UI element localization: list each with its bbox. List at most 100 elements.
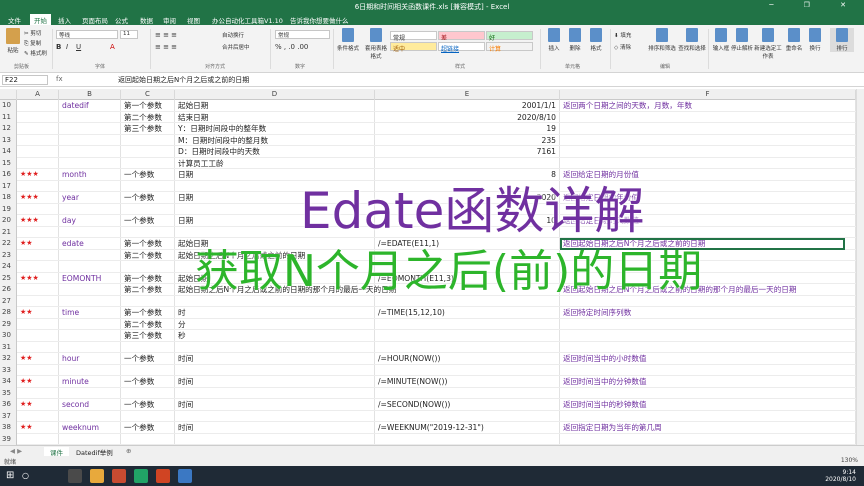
cell-b[interactable]: hour (62, 353, 79, 365)
row-header[interactable]: 28 (0, 307, 17, 319)
selected-cell[interactable] (560, 238, 845, 250)
column-header-d[interactable]: D (175, 90, 375, 100)
cell-c[interactable]: 一个参数 (124, 169, 154, 181)
cell-c[interactable]: 第一个参数 (124, 238, 162, 250)
row-header[interactable]: 27 (0, 295, 17, 307)
cell-c[interactable]: 第一个参数 (124, 307, 162, 319)
cell-e[interactable]: /=SECOND(NOW()) (378, 399, 450, 411)
copy-button[interactable]: ⎘ 复制 (24, 39, 41, 48)
insert-cells-button[interactable]: 插入 (545, 28, 563, 52)
italic-button[interactable]: I (66, 43, 68, 51)
cell-b[interactable]: time (62, 307, 79, 319)
cell-f[interactable]: 返回时间当中的分钟数值 (563, 376, 647, 388)
select-all[interactable] (0, 90, 17, 100)
row-header[interactable]: 37 (0, 410, 17, 422)
cell-b[interactable]: EOMONTH (62, 273, 101, 285)
cell-e[interactable]: /=HOUR(NOW()) (378, 353, 440, 365)
cell-a[interactable]: ★★ (20, 238, 33, 250)
row-header[interactable]: 17 (0, 180, 17, 192)
row-header[interactable]: 35 (0, 387, 17, 399)
cell-d[interactable]: 时 (178, 307, 186, 319)
cell-d[interactable]: 分 (178, 319, 186, 331)
cell-e[interactable]: /=WEEKNUM("2019-12-31") (378, 422, 484, 434)
cell-b[interactable]: edate (62, 238, 84, 250)
format-painter-button[interactable]: ✎ 格式刷 (24, 49, 47, 57)
cell-d[interactable]: 起始日期 (178, 100, 208, 112)
cell-d[interactable]: 日期 (178, 192, 193, 204)
clear-button[interactable]: ◇ 清除 (614, 43, 631, 51)
search-icon[interactable]: ○ (22, 471, 29, 480)
cell-c[interactable]: 一个参数 (124, 192, 154, 204)
cell-a[interactable]: ★★ (20, 307, 33, 319)
cell-e[interactable]: 235 (542, 135, 557, 147)
explorer-icon[interactable] (90, 469, 104, 483)
cell-c[interactable]: 第二个参数 (124, 319, 162, 331)
column-header-a[interactable]: A (17, 90, 59, 100)
style-bad[interactable]: 差 (438, 31, 485, 42)
row-header[interactable]: 11 (0, 111, 17, 123)
cell-d[interactable]: M：日期时间段中的整月数 (178, 135, 268, 147)
cell-f[interactable]: 返回指定日期为当年的第几周 (563, 422, 662, 434)
sort-filter-button[interactable]: 排序和筛选 (648, 28, 676, 52)
new-sheet-button[interactable]: 新建选定工作表 (753, 28, 783, 60)
cell-a[interactable]: ★★ (20, 353, 33, 365)
cell-c[interactable]: 第一个参数 (124, 273, 162, 285)
cell-f[interactable]: 返回特定时间序列数 (563, 307, 631, 319)
paste-button[interactable]: 粘贴 (4, 28, 22, 54)
cell-d[interactable]: 秒 (178, 330, 186, 342)
row-header[interactable]: 33 (0, 364, 17, 376)
cell-d[interactable]: 结束日期 (178, 112, 208, 124)
cell-a[interactable]: ★★ (20, 422, 33, 434)
rename-button[interactable]: 重命名 (784, 28, 804, 52)
cell-a[interactable]: ★★★ (20, 273, 39, 285)
cell-a[interactable]: ★★★ (20, 169, 39, 181)
style-calc[interactable]: 计算 (486, 42, 533, 53)
delete-cells-button[interactable]: 删除 (566, 28, 584, 52)
row-header[interactable]: 38 (0, 422, 17, 434)
row-header[interactable]: 13 (0, 134, 17, 146)
row-header[interactable]: 30 (0, 330, 17, 342)
currency-icon[interactable]: % , .0 .00 (275, 43, 308, 51)
powerpoint-icon[interactable] (156, 469, 170, 483)
cell-b[interactable]: second (62, 399, 89, 411)
stop-parse-button[interactable]: 停止解析 (731, 28, 753, 52)
cell-a[interactable]: ★★ (20, 376, 33, 388)
font-name-select[interactable]: 等线 (56, 30, 118, 39)
cell-f[interactable]: 返回时间当中的秒钟数值 (563, 399, 647, 411)
tab-data[interactable]: 数据 (140, 15, 153, 25)
cell-e[interactable]: 2001/1/1 (522, 100, 556, 112)
app-icon[interactable] (112, 469, 126, 483)
cell-e[interactable]: 2020/8/10 (517, 112, 556, 124)
tell-me-box[interactable]: 告诉我你想要做什么 (290, 15, 349, 25)
cell-d[interactable]: Y：日期时间段中的整年数 (178, 123, 266, 135)
cell-e[interactable]: /=MINUTE(NOW()) (378, 376, 447, 388)
table-format-button[interactable]: 套用表格格式 (363, 28, 389, 60)
column-header-b[interactable]: B (59, 90, 121, 100)
column-header-e[interactable]: E (375, 90, 560, 100)
vertical-scrollbar[interactable] (856, 89, 864, 445)
cell-b[interactable]: month (62, 169, 87, 181)
cell-c[interactable]: 第三个参数 (124, 123, 162, 135)
row-header[interactable]: 36 (0, 399, 17, 411)
column-header-f[interactable]: F (560, 90, 856, 100)
word-icon[interactable] (178, 469, 192, 483)
row-header[interactable]: 20 (0, 215, 17, 227)
tab-view[interactable]: 视图 (187, 15, 200, 25)
tab-file[interactable]: 文件 (8, 15, 21, 25)
add-sheet-icon[interactable]: ⊕ (120, 447, 137, 455)
tab-insert[interactable]: 插入 (58, 15, 71, 25)
cell-d[interactable]: 计算员工工龄 (178, 158, 224, 170)
cell-e[interactable]: 19 (546, 123, 556, 135)
row-header[interactable]: 21 (0, 226, 17, 238)
row-header[interactable]: 14 (0, 146, 17, 158)
row-header[interactable]: 32 (0, 353, 17, 365)
zoom-level[interactable]: 130% (841, 457, 858, 464)
row-header[interactable]: 26 (0, 284, 17, 296)
bold-button[interactable]: B (56, 43, 61, 51)
window-controls[interactable]: ─ ❐ ✕ (769, 1, 860, 9)
row-header[interactable]: 16 (0, 169, 17, 181)
cell-e[interactable]: /=TIME(15,12,10) (378, 307, 445, 319)
style-normal[interactable]: 常规 (390, 31, 437, 42)
cell-d[interactable]: 日期 (178, 215, 193, 227)
cell-c[interactable]: 第二个参数 (124, 112, 162, 124)
